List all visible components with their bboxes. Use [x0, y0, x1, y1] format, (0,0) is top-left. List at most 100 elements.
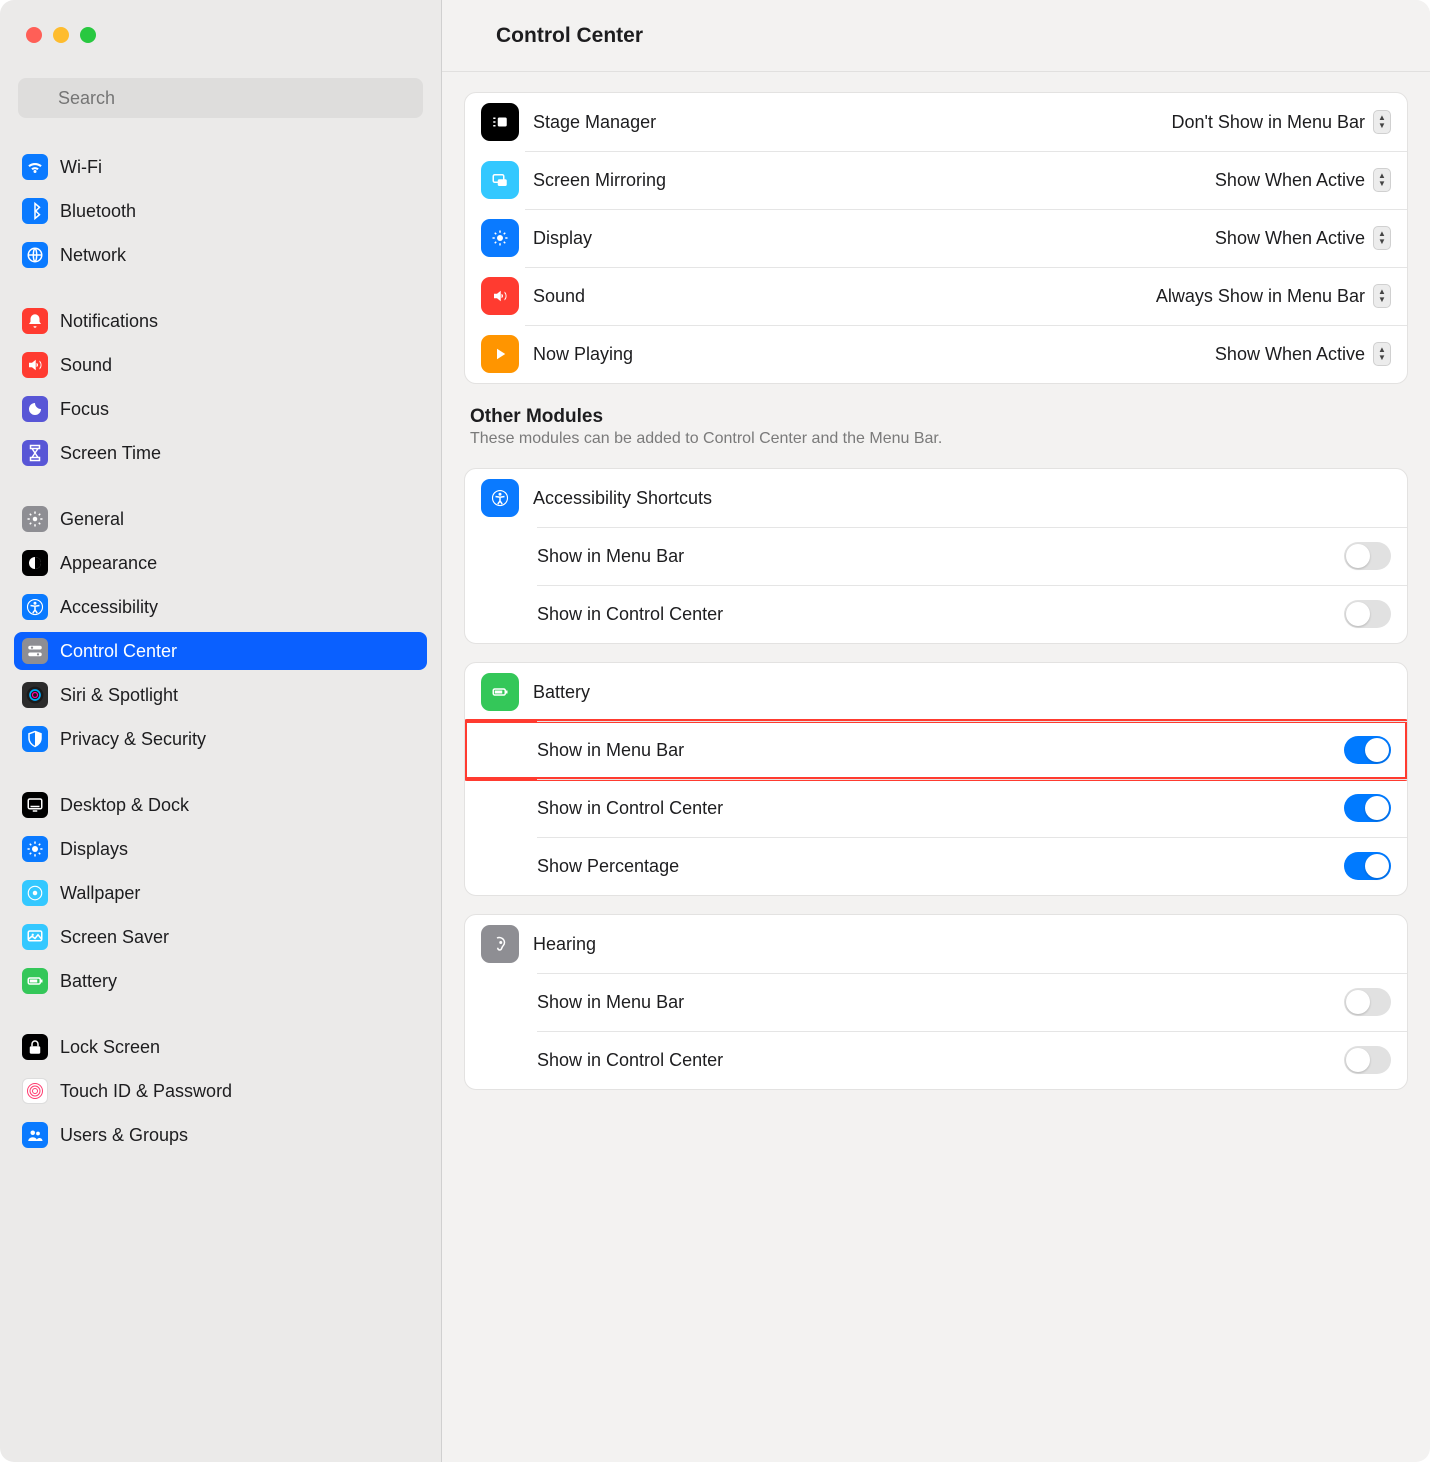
sidebar-item-accessibility[interactable]: Accessibility — [14, 588, 427, 626]
toggle-hearing-menubar[interactable] — [1344, 988, 1391, 1016]
sidebar-item-lock-screen[interactable]: Lock Screen — [14, 1028, 427, 1066]
setting-battery-cc: Show in Control Center — [465, 779, 1407, 837]
hearing-icon — [481, 925, 519, 963]
control-center-icon — [22, 638, 48, 664]
sound-icon — [22, 352, 48, 378]
setting-accessibility-shortcuts-cc: Show in Control Center — [465, 585, 1407, 643]
sidebar-item-label: Screen Time — [60, 443, 161, 464]
row-value: Don't Show in Menu Bar — [1171, 112, 1365, 133]
notifications-icon — [22, 308, 48, 334]
sidebar-item-label: Control Center — [60, 641, 177, 662]
sidebar-item-label: Notifications — [60, 311, 158, 332]
sidebar-item-wifi[interactable]: Wi-Fi — [14, 148, 427, 186]
module-row-screen-mirroring: Screen MirroringShow When Active▲▼ — [465, 151, 1407, 209]
row-label: Stage Manager — [533, 112, 1171, 133]
sidebar-item-sound[interactable]: Sound — [14, 346, 427, 384]
module-row-display: DisplayShow When Active▲▼ — [465, 209, 1407, 267]
screentime-icon — [22, 440, 48, 466]
sidebar-item-users[interactable]: Users & Groups — [14, 1116, 427, 1154]
sidebar-item-notifications[interactable]: Notifications — [14, 302, 427, 340]
sidebar-item-label: Focus — [60, 399, 109, 420]
display-icon — [481, 219, 519, 257]
setting-accessibility-shortcuts-menubar: Show in Menu Bar — [465, 527, 1407, 585]
popup-stepper[interactable]: ▲▼ — [1373, 110, 1391, 134]
toggle-battery-cc[interactable] — [1344, 794, 1391, 822]
minimize-button[interactable] — [53, 27, 69, 43]
setting-battery-percent: Show Percentage — [465, 837, 1407, 895]
sidebar-item-label: Lock Screen — [60, 1037, 160, 1058]
sidebar-item-label: Displays — [60, 839, 128, 860]
content-header: Control Center — [442, 0, 1430, 72]
close-button[interactable] — [26, 27, 42, 43]
sidebar-item-battery[interactable]: Battery — [14, 962, 427, 1000]
sidebar-item-label: Wallpaper — [60, 883, 140, 904]
sidebar-item-label: General — [60, 509, 124, 530]
row-label: Sound — [533, 286, 1156, 307]
popup-stepper[interactable]: ▲▼ — [1373, 284, 1391, 308]
zoom-button[interactable] — [80, 27, 96, 43]
module-header-battery: Battery — [465, 663, 1407, 721]
module-row-sound: SoundAlways Show in Menu Bar ▲▼ — [465, 267, 1407, 325]
sidebar-item-appearance[interactable]: Appearance — [14, 544, 427, 582]
setting-label: Show Percentage — [537, 856, 1344, 877]
battery-icon — [481, 673, 519, 711]
sidebar-item-privacy[interactable]: Privacy & Security — [14, 720, 427, 758]
sidebar-item-touchid[interactable]: Touch ID & Password — [14, 1072, 427, 1110]
sidebar-item-label: Battery — [60, 971, 117, 992]
row-value: Show When Active — [1215, 228, 1365, 249]
row-value: Show When Active — [1215, 344, 1365, 365]
setting-label: Show in Control Center — [537, 798, 1344, 819]
accessibility-icon — [22, 594, 48, 620]
module-row-stage-manager: Stage ManagerDon't Show in Menu Bar ▲▼ — [465, 93, 1407, 151]
setting-label: Show in Control Center — [537, 1050, 1344, 1071]
sidebar-item-label: Privacy & Security — [60, 729, 206, 750]
sidebar-item-siri[interactable]: Siri & Spotlight — [14, 676, 427, 714]
sidebar-item-label: Appearance — [60, 553, 157, 574]
sidebar-item-desktop-dock[interactable]: Desktop & Dock — [14, 786, 427, 824]
focus-icon — [22, 396, 48, 422]
toggle-accessibility-shortcuts-cc[interactable] — [1344, 600, 1391, 628]
row-value: Always Show in Menu Bar — [1156, 286, 1365, 307]
sidebar-item-label: Sound — [60, 355, 112, 376]
sidebar-item-label: Users & Groups — [60, 1125, 188, 1146]
wallpaper-icon — [22, 880, 48, 906]
popup-stepper[interactable]: ▲▼ — [1373, 168, 1391, 192]
module-row-now-playing: Now PlayingShow When Active▲▼ — [465, 325, 1407, 383]
sidebar-item-label: Accessibility — [60, 597, 158, 618]
search-input[interactable] — [18, 78, 423, 118]
module-header-accessibility-shortcuts: Accessibility Shortcuts — [465, 469, 1407, 527]
appearance-icon — [22, 550, 48, 576]
bluetooth-icon — [22, 198, 48, 224]
now-playing-icon — [481, 335, 519, 373]
setting-label: Show in Control Center — [537, 604, 1344, 625]
sidebar-item-general[interactable]: General — [14, 500, 427, 538]
setting-label: Show in Menu Bar — [537, 992, 1344, 1013]
window-controls — [0, 0, 441, 70]
toggle-battery-menubar[interactable] — [1344, 736, 1391, 764]
section-subtitle: These modules can be added to Control Ce… — [470, 430, 1402, 448]
module-card-battery: Battery Show in Menu Bar Show in Control C… — [464, 662, 1408, 896]
sidebar-item-screensaver[interactable]: Screen Saver — [14, 918, 427, 956]
screen-mirroring-icon — [481, 161, 519, 199]
setting-label: Show in Menu Bar — [537, 546, 1344, 567]
sidebar-item-displays[interactable]: Displays — [14, 830, 427, 868]
module-title: Accessibility Shortcuts — [533, 488, 1391, 509]
toggle-hearing-cc[interactable] — [1344, 1046, 1391, 1074]
sidebar-item-wallpaper[interactable]: Wallpaper — [14, 874, 427, 912]
popup-stepper[interactable]: ▲▼ — [1373, 226, 1391, 250]
row-value: Show When Active — [1215, 170, 1365, 191]
sidebar-item-bluetooth[interactable]: Bluetooth — [14, 192, 427, 230]
popup-stepper[interactable]: ▲▼ — [1373, 342, 1391, 366]
setting-battery-menubar: Show in Menu Bar — [465, 721, 1407, 779]
toggle-battery-percent[interactable] — [1344, 852, 1391, 880]
lock-screen-icon — [22, 1034, 48, 1060]
sidebar-item-screentime[interactable]: Screen Time — [14, 434, 427, 472]
sidebar-item-network[interactable]: Network — [14, 236, 427, 274]
sidebar-item-label: Siri & Spotlight — [60, 685, 178, 706]
module-title: Hearing — [533, 934, 1391, 955]
setting-label: Show in Menu Bar — [537, 740, 1344, 761]
sidebar-item-control-center[interactable]: Control Center — [14, 632, 427, 670]
toggle-accessibility-shortcuts-menubar[interactable] — [1344, 542, 1391, 570]
battery-icon — [22, 968, 48, 994]
sidebar-item-focus[interactable]: Focus — [14, 390, 427, 428]
